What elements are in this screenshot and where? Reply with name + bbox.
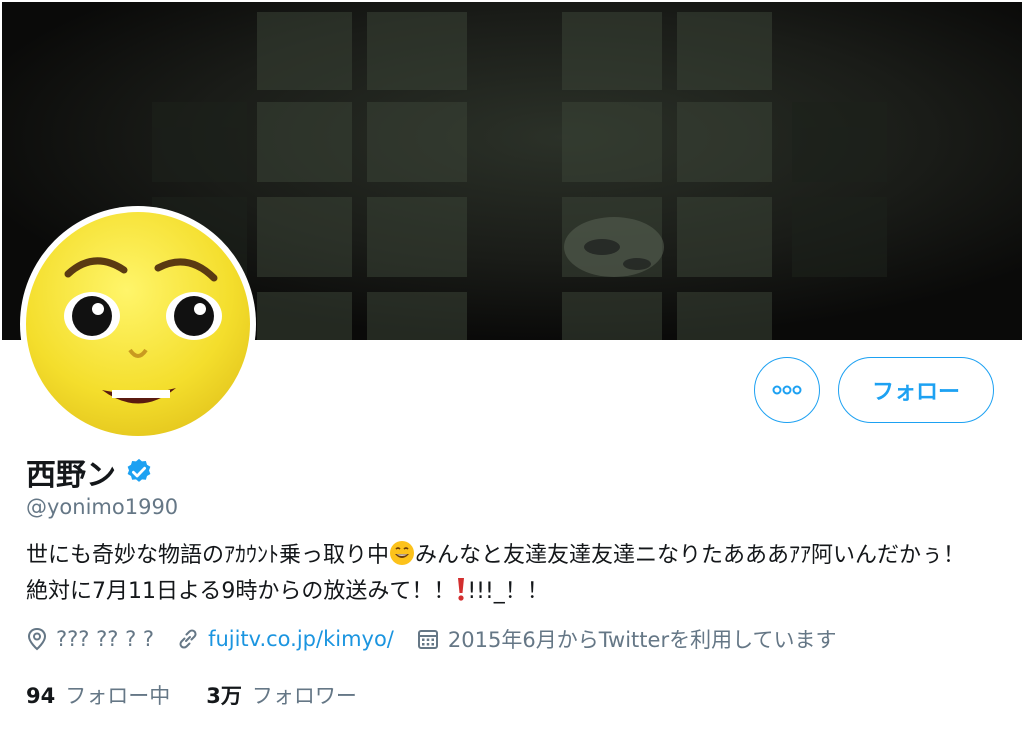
profile-joined: 2015年6月からTwitterを利用しています: [416, 624, 837, 654]
more-options-button[interactable]: [754, 357, 820, 423]
bio-text-1: 世にも奇妙な物語のｱｶｳﾝﾄ乗っ取り中: [26, 543, 390, 568]
bio-text-3: !!!_！！: [467, 579, 549, 604]
profile-avatar[interactable]: [20, 206, 256, 442]
location-pin-icon: [27, 627, 47, 651]
red-exclamation-icon: [458, 578, 465, 601]
following-label: フォロー中: [65, 684, 171, 708]
grinning-face-icon: [390, 541, 415, 565]
profile-meta: ??? ?? ? ? fujitv.co.jp/kimyo/ 2015年6月から…: [26, 624, 858, 654]
joined-text: 2015年6月からTwitterを利用しています: [447, 628, 837, 652]
followers-count: 3万: [206, 684, 242, 708]
followers-label: フォロワー: [251, 684, 357, 708]
followers-stat[interactable]: 3万 フォロワー: [206, 680, 357, 710]
follow-button[interactable]: フォロー: [838, 357, 994, 423]
location-text: ??? ?? ? ?: [56, 627, 155, 651]
link-icon: [179, 629, 197, 649]
avatar-face-image: [26, 212, 250, 436]
profile-bio: 世にも奇妙な物語のｱｶｳﾝﾄ乗っ取り中 みんなと友達友達友達ニなりたあああｱｱ阿…: [26, 538, 976, 610]
follow-button-label: フォロー: [871, 380, 960, 405]
profile-location: ??? ?? ? ?: [26, 627, 154, 651]
profile-name: 西野ン: [26, 458, 116, 493]
profile-website[interactable]: fujitv.co.jp/kimyo/: [176, 627, 394, 651]
calendar-icon: [417, 630, 438, 649]
following-stat[interactable]: 94 フォロー中: [26, 680, 170, 710]
profile-handle: @yonimo1990: [26, 495, 179, 519]
more-dots-icon: [772, 385, 802, 395]
website-link[interactable]: fujitv.co.jp/kimyo/: [208, 627, 394, 651]
following-count: 94: [26, 684, 56, 708]
profile-stats: 94 フォロー中 3万 フォロワー: [26, 680, 393, 710]
profile-name-row: 西野ン: [26, 450, 154, 494]
verified-badge-icon: [127, 458, 151, 482]
